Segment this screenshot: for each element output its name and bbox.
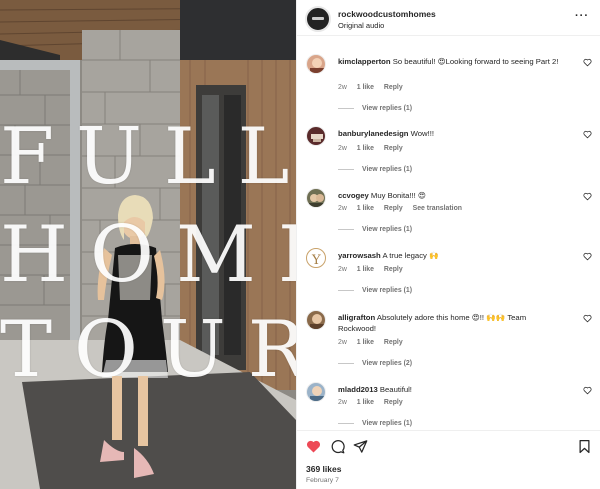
bookmark-icon[interactable] [577, 439, 592, 454]
comment-meta: 2w 1 like Reply See translation [338, 205, 470, 212]
comment-time[interactable]: 2w [338, 84, 347, 91]
view-replies-button[interactable]: View replies (1) [338, 105, 412, 112]
comment-text: alligrafton Absolutely adore this home 😍… [338, 312, 566, 334]
comment-like-count[interactable]: 1 like [357, 205, 374, 212]
like-comment-heart-icon[interactable] [583, 130, 592, 139]
replies-divider [338, 362, 354, 364]
comment-like-count[interactable]: 1 like [357, 145, 374, 152]
replies-divider [338, 228, 354, 230]
replies-divider [338, 422, 354, 424]
like-comment-heart-icon[interactable] [583, 252, 592, 261]
overlay-title-line-3: TOUR [0, 305, 296, 395]
comment-meta: 2w 1 like Reply [338, 339, 411, 346]
comment-like-count[interactable]: 1 like [357, 339, 374, 346]
comment-meta: 2w 1 like Reply [338, 399, 411, 406]
commenter-avatar[interactable]: Y [306, 248, 326, 268]
view-replies-label: View replies (2) [362, 360, 413, 367]
comment-text: yarrowsash A true legacy 🙌 [338, 250, 566, 261]
comment-time[interactable]: 2w [338, 399, 347, 406]
reply-button[interactable]: Reply [384, 145, 403, 152]
comment-username[interactable]: alligrafton [338, 313, 375, 322]
view-replies-label: View replies (1) [362, 166, 413, 173]
comment-username[interactable]: kimclapperton [338, 57, 391, 66]
comment-username[interactable]: banburylanedesign [338, 129, 408, 138]
reply-button[interactable]: Reply [384, 84, 403, 91]
comment-body: A true legacy 🙌 [382, 251, 439, 260]
view-replies-button[interactable]: View replies (1) [338, 226, 412, 233]
comment-meta: 2w 1 like Reply [338, 266, 411, 273]
comment-username[interactable]: yarrowsash [338, 251, 381, 260]
commenter-avatar[interactable] [306, 188, 326, 208]
svg-text:Y: Y [311, 253, 321, 268]
comment-body: Wow!!! [410, 129, 434, 138]
comment-time[interactable]: 2w [338, 266, 347, 273]
comment-username[interactable]: ccvogey [338, 191, 369, 200]
commenter-avatar[interactable] [306, 310, 326, 330]
comment-username[interactable]: mladd2013 [338, 385, 378, 394]
see-translation-button[interactable]: See translation [413, 205, 462, 212]
audio-label[interactable]: Original audio [338, 21, 384, 30]
overlay-title-line-2: HOME [0, 210, 296, 300]
comment-like-count[interactable]: 1 like [357, 266, 374, 273]
comment-text: ccvogey Muy Bonita!!! 😍 [338, 190, 566, 201]
comment-meta: 2w 1 like Reply [338, 84, 411, 91]
comment-body: Muy Bonita!!! 😍 [370, 191, 426, 200]
comment-time[interactable]: 2w [338, 205, 347, 212]
view-replies-button[interactable]: View replies (1) [338, 420, 412, 427]
like-comment-heart-icon[interactable] [583, 58, 592, 67]
share-icon[interactable] [353, 439, 368, 454]
comment-time[interactable]: 2w [338, 339, 347, 346]
commenter-avatar[interactable] [306, 382, 326, 402]
post-header: rockwoodcustomhomes Original audio ··· [297, 0, 600, 36]
like-comment-heart-icon[interactable] [583, 386, 592, 395]
account-avatar[interactable] [305, 6, 331, 32]
comment-text: mladd2013 Beautiful! [338, 384, 566, 395]
post-actions: 369 likes February 7 [297, 430, 600, 489]
like-comment-heart-icon[interactable] [583, 192, 592, 201]
view-replies-label: View replies (1) [362, 226, 413, 233]
view-replies-label: View replies (1) [362, 420, 413, 427]
comment-text: banburylanedesign Wow!!! [338, 128, 566, 139]
comment-icon[interactable] [330, 439, 345, 454]
view-replies-label: View replies (1) [362, 105, 413, 112]
like-comment-heart-icon[interactable] [583, 314, 592, 323]
replies-divider [338, 289, 354, 291]
post-media[interactable]: FULL HOME TOUR [0, 0, 296, 489]
comment-like-count[interactable]: 1 like [357, 399, 374, 406]
comment-body: So beautiful! 😍Looking forward to seeing… [392, 57, 559, 66]
comment-meta: 2w 1 like Reply [338, 145, 411, 152]
replies-divider [338, 168, 354, 170]
view-replies-button[interactable]: View replies (1) [338, 287, 412, 294]
post-date[interactable]: February 7 [306, 477, 339, 484]
reply-button[interactable]: Reply [384, 399, 403, 406]
heart-icon[interactable] [306, 439, 321, 454]
comment-body: Beautiful! [379, 385, 412, 394]
reply-button[interactable]: Reply [384, 266, 403, 273]
view-replies-label: View replies (1) [362, 287, 413, 294]
comment-text: kimclapperton So beautiful! 😍Looking for… [338, 56, 566, 67]
replies-divider [338, 107, 354, 109]
comment-time[interactable]: 2w [338, 145, 347, 152]
account-name[interactable]: rockwoodcustomhomes [338, 9, 436, 19]
commenter-avatar[interactable] [306, 54, 326, 74]
post-side-panel: rockwoodcustomhomes Original audio ··· k… [296, 0, 600, 489]
view-replies-button[interactable]: View replies (2) [338, 360, 412, 367]
reply-button[interactable]: Reply [384, 339, 403, 346]
like-count[interactable]: 369 likes [306, 464, 341, 474]
view-replies-button[interactable]: View replies (1) [338, 166, 412, 173]
commenter-avatar[interactable] [306, 126, 326, 146]
more-options-icon[interactable]: ··· [575, 10, 589, 22]
reply-button[interactable]: Reply [384, 205, 403, 212]
comment-like-count[interactable]: 1 like [357, 84, 374, 91]
overlay-title-line-1: FULL [0, 112, 296, 202]
